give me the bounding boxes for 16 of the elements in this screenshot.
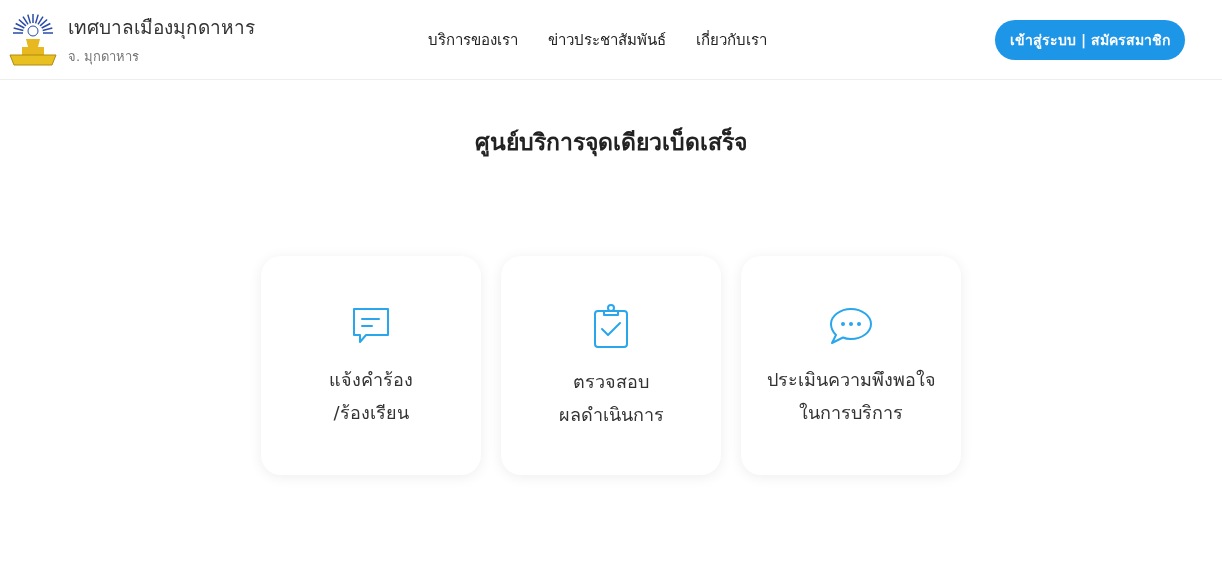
card-label: แจ้งคำร้อง xyxy=(329,367,413,392)
card-label: ผลดำเนินการ xyxy=(558,402,664,427)
nav-link[interactable]: ข่าวประชาสัมพันธ์ xyxy=(548,27,666,52)
site-subtitle: จ. มุกดาหาร xyxy=(68,48,141,67)
card-label: ประเมินความพึงพอใจ xyxy=(766,367,936,392)
card-label: ตรวจสอบ xyxy=(573,369,649,394)
site-title: เทศบาลเมืองมุกดาหาร xyxy=(68,15,255,41)
card-label: ในการบริการ xyxy=(799,400,903,425)
service-card[interactable]: ตรวจสอบ ผลดำเนินการ xyxy=(501,256,721,475)
nav-link[interactable]: เกี่ยวกับเรา xyxy=(696,27,767,52)
emblem-logo xyxy=(8,12,58,67)
nav-link[interactable]: บริการของเรา xyxy=(428,27,518,52)
service-card[interactable]: แจ้งคำร้อง /ร้องเรียน xyxy=(261,256,481,475)
page-heading: ศูนย์บริการจุดเดียวเบ็ดเสร็จ xyxy=(474,126,748,159)
service-card[interactable]: ประเมินความพึงพอใจ ในการบริการ xyxy=(741,256,961,475)
card-label: /ร้องเรียน xyxy=(333,400,409,425)
